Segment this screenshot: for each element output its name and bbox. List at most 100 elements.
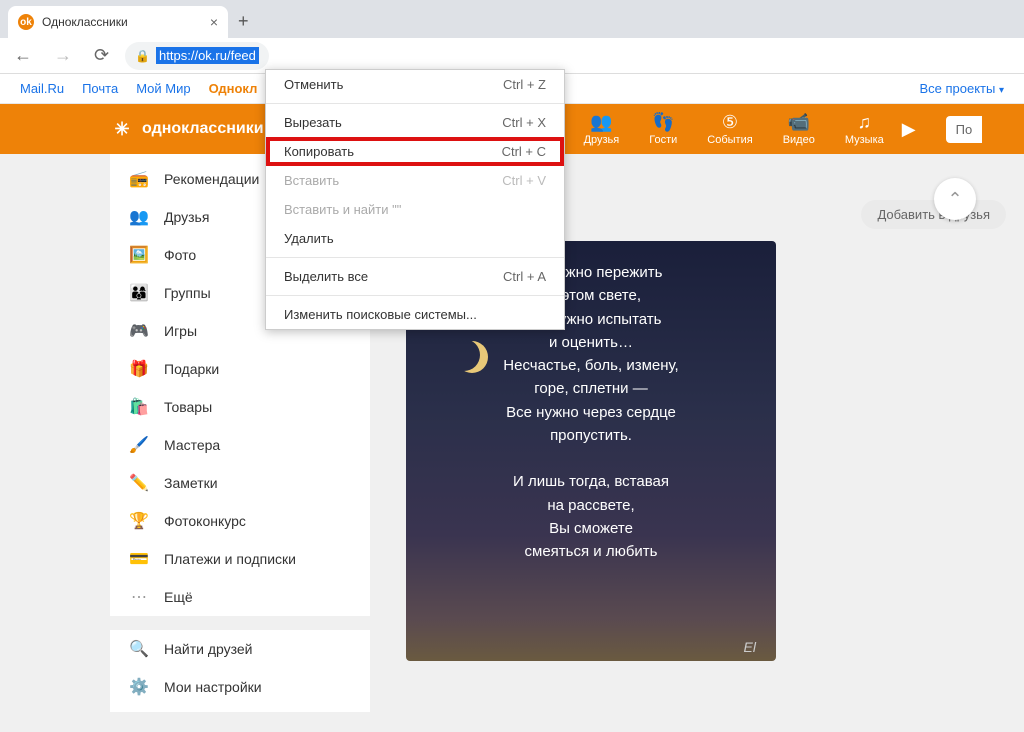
context-menu-separator <box>266 103 564 104</box>
sidebar-label: Группы <box>164 285 211 301</box>
sidebar-label: Ещё <box>164 589 193 605</box>
link-pochta[interactable]: Почта <box>82 81 118 96</box>
sidebar-item[interactable]: ✏️ Заметки <box>110 464 370 502</box>
browser-tab[interactable]: ok Одноклассники × <box>8 6 228 38</box>
sidebar-item[interactable]: 🛍️ Товары <box>110 388 370 426</box>
ctx-shortcut: Ctrl + Z <box>503 77 546 92</box>
sidebar-icon: 👥 <box>128 206 150 228</box>
sidebar-label: Подарки <box>164 361 219 377</box>
url-box[interactable]: 🔒 https://ok.ru/feed <box>125 42 269 70</box>
sidebar-icon: 🏆 <box>128 510 150 532</box>
link-odnoklassniki[interactable]: Однокл <box>209 81 258 96</box>
ok-logo-icon: ✳ <box>110 117 134 141</box>
context-menu-separator <box>266 295 564 296</box>
ctx-label: Вырезать <box>284 115 342 130</box>
header-nav: 👥 Друзья 👣 Гости ⑤ События 📹 Видео ♫Музыка <box>584 112 884 146</box>
sidebar-icon: 📻 <box>128 168 150 190</box>
context-menu-item[interactable]: Удалить <box>266 224 564 253</box>
tab-favicon: ok <box>18 14 34 30</box>
ctx-label: Вставить <box>284 173 339 188</box>
sidebar-icon: ✏️ <box>128 472 150 494</box>
url-text[interactable]: https://ok.ru/feed <box>156 47 259 64</box>
sidebar-label: Найти друзей <box>164 641 253 657</box>
ctx-label: Отменить <box>284 77 343 92</box>
sidebar-item[interactable]: 🔍Найти друзей <box>110 630 370 668</box>
context-menu-item[interactable]: Отменить Ctrl + Z <box>266 70 564 99</box>
header-icon: ⑤ <box>722 112 738 132</box>
header-label: Гости <box>649 134 677 146</box>
ctx-label: Копировать <box>284 144 354 159</box>
context-menu-item: Вставить и найти "" <box>266 195 564 224</box>
sidebar-item[interactable]: 🏆 Фотоконкурс <box>110 502 370 540</box>
sidebar-label: Фото <box>164 247 196 263</box>
sidebar-item[interactable]: ⚙️ Мои настройки <box>110 668 370 706</box>
forward-button[interactable]: → <box>48 41 78 70</box>
sidebar-icon: ⚙️ <box>128 676 150 698</box>
ctx-shortcut: Ctrl + A <box>503 269 546 284</box>
sidebar-label: Товары <box>164 399 212 415</box>
sidebar-icon: 🖌️ <box>128 434 150 456</box>
sidebar-label: Мои настройки <box>164 679 262 695</box>
ctx-label: Выделить все <box>284 269 368 284</box>
sidebar-icon: 🖼️ <box>128 244 150 266</box>
sidebar-label: Фотоконкурс <box>164 513 246 529</box>
ctx-shortcut: Ctrl + X <box>502 115 546 130</box>
sidebar-label: Платежи и подписки <box>164 551 296 567</box>
header-item-события[interactable]: ⑤ События <box>707 112 752 146</box>
sidebar-icon: 👨‍👩‍👦 <box>128 282 150 304</box>
ctx-label: Удалить <box>284 231 334 246</box>
sidebar-item[interactable]: 🎁 Подарки <box>110 350 370 388</box>
ctx-shortcut: Ctrl + V <box>502 173 546 188</box>
header-item-музыка[interactable]: ♫Музыка <box>845 112 884 146</box>
sidebar-label: Мастера <box>164 437 220 453</box>
context-menu: Отменить Ctrl + Z Вырезать Ctrl + X Копирова… <box>265 69 565 330</box>
sidebar-label: Заметки <box>164 475 218 491</box>
header-item-видео[interactable]: 📹 Видео <box>783 112 815 146</box>
sidebar-icon: 🎁 <box>128 358 150 380</box>
header-icon: 📹 <box>788 112 810 132</box>
context-menu-item: Вставить Ctrl + V <box>266 166 564 195</box>
sidebar-label: Рекомендации <box>164 171 259 187</box>
sidebar-icon: 🎮 <box>128 320 150 342</box>
sidebar-icon: ⋯ <box>128 586 150 608</box>
header-label: Друзья <box>584 134 620 146</box>
lock-icon: 🔒 <box>135 49 150 63</box>
sidebar-label: Игры <box>164 323 197 339</box>
browser-tab-strip: ok Одноклассники × + <box>0 0 1024 38</box>
sidebar-item[interactable]: 🖌️ Мастера <box>110 426 370 464</box>
context-menu-separator <box>266 257 564 258</box>
context-menu-item[interactable]: Вырезать Ctrl + X <box>266 108 564 137</box>
sidebar-icon: 🛍️ <box>128 396 150 418</box>
ctx-label: Вставить и найти "" <box>284 202 401 217</box>
context-menu-item[interactable]: Выделить все Ctrl + A <box>266 262 564 291</box>
header-item-гости[interactable]: 👣 Гости <box>649 112 677 146</box>
header-icon: 👥 <box>590 112 612 132</box>
back-button[interactable]: ← <box>8 41 38 70</box>
close-tab-icon[interactable]: × <box>210 14 218 30</box>
link-mailru[interactable]: Mail.Ru <box>20 81 64 96</box>
header-play-icon[interactable]: ▶ <box>902 119 916 140</box>
ok-logo[interactable]: ✳ одноклассники <box>110 117 264 141</box>
header-icon: 👣 <box>652 112 674 132</box>
post-signature: El <box>744 639 756 655</box>
header-label: Видео <box>783 134 815 146</box>
link-all-projects[interactable]: Все проекты ▾ <box>919 81 1004 96</box>
new-tab-button[interactable]: + <box>238 11 249 38</box>
scroll-up-button[interactable]: ⌃ <box>934 178 976 220</box>
header-label: События <box>707 134 752 146</box>
header-item-друзья[interactable]: 👥 Друзья <box>584 112 620 146</box>
sidebar-item[interactable]: ⋯ Ещё <box>110 578 370 616</box>
reload-button[interactable]: ⟳ <box>88 41 115 70</box>
ctx-label: Изменить поисковые системы... <box>284 307 477 322</box>
header-label: Музыка <box>845 134 884 146</box>
sidebar-icon: 💳 <box>128 548 150 570</box>
tab-title: Одноклассники <box>42 15 202 29</box>
context-menu-item[interactable]: Копировать Ctrl + C <box>266 137 564 166</box>
ok-logo-text: одноклассники <box>142 120 264 138</box>
link-moymir[interactable]: Мой Мир <box>136 81 190 96</box>
chevron-down-icon: ▾ <box>999 85 1004 96</box>
header-search-partial[interactable]: По <box>946 116 983 143</box>
ctx-shortcut: Ctrl + C <box>502 144 546 159</box>
sidebar-item[interactable]: 💳 Платежи и подписки <box>110 540 370 578</box>
context-menu-item[interactable]: Изменить поисковые системы... <box>266 300 564 329</box>
